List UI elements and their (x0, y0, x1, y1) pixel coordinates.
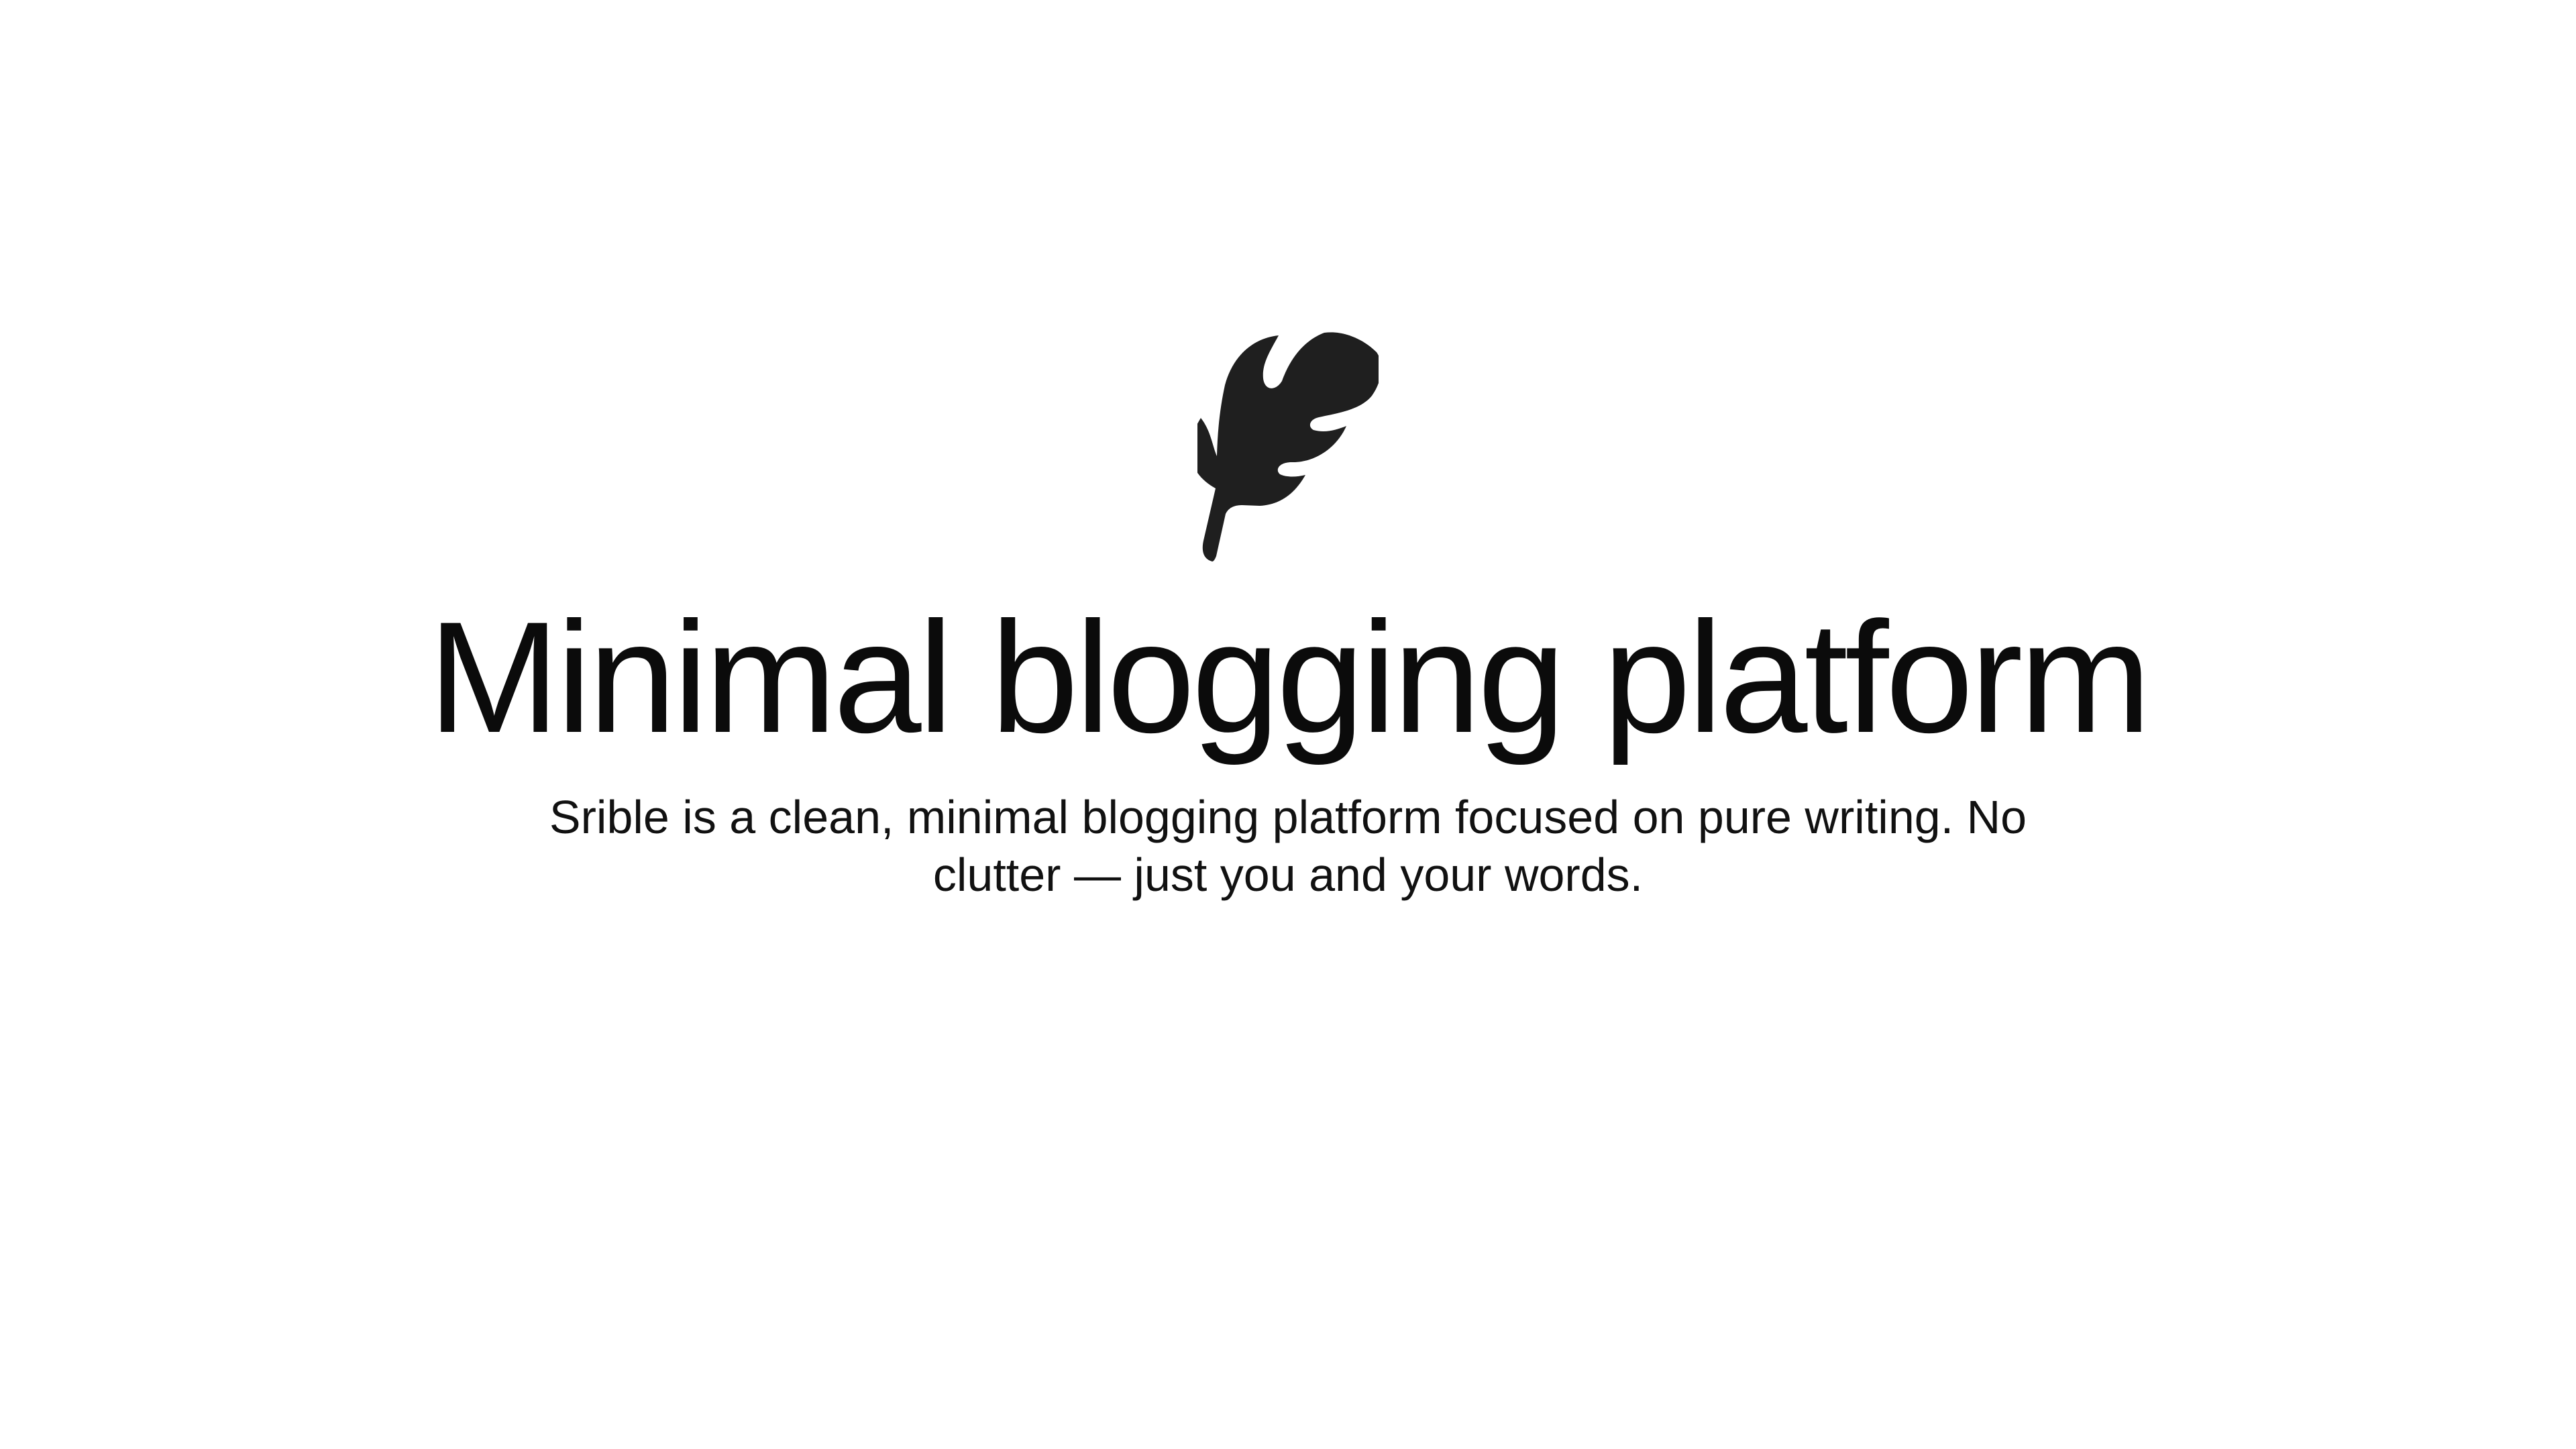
page-title: Minimal blogging platform (428, 589, 2151, 766)
hero-section: Minimal blogging platform Srible is a cl… (0, 0, 2576, 1449)
feather-icon (1197, 329, 1379, 564)
page-description: Srible is a clean, minimal blogging plat… (549, 791, 2027, 901)
